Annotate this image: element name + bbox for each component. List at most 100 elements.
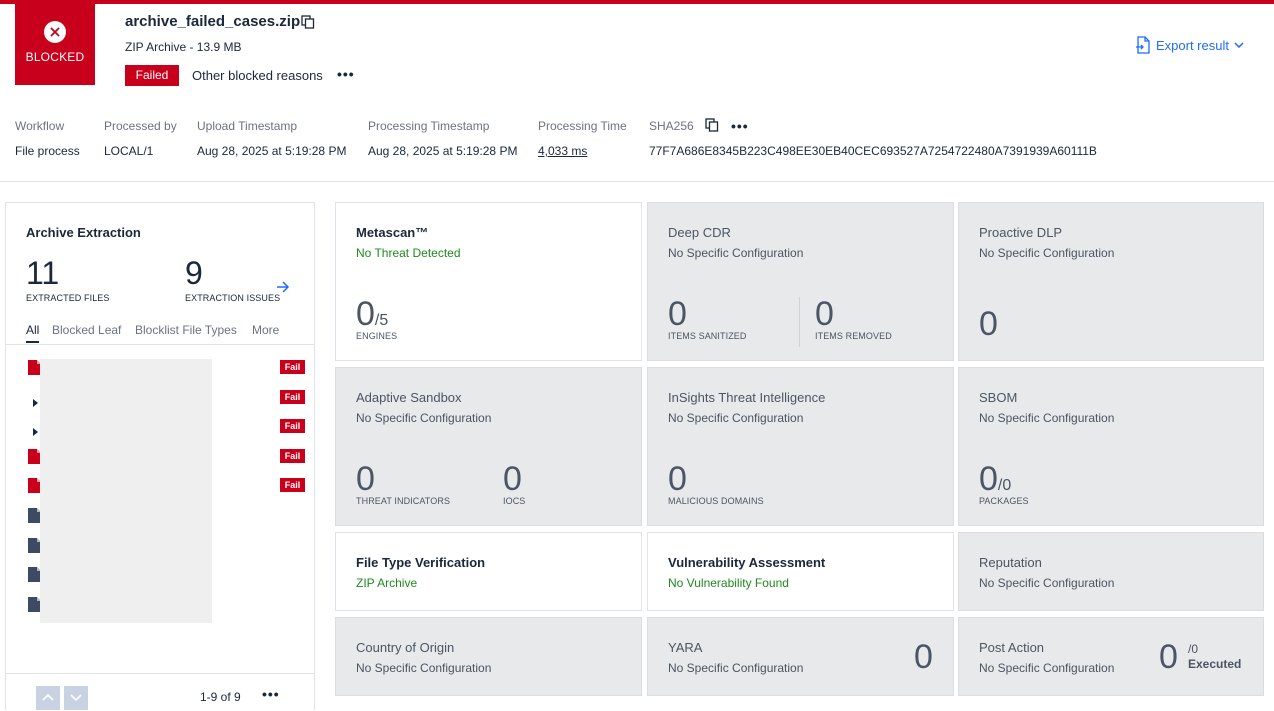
tab-more[interactable]: More xyxy=(252,323,279,337)
insights-value: 0 xyxy=(668,460,687,498)
sha256-value: 77F7A686E8345B223C498EE30EB40CEC693527A7… xyxy=(649,144,1097,158)
vuln-title: Vulnerability Assessment xyxy=(668,555,826,570)
deepcdr-sanitized-cap: ITEMS SANITIZED xyxy=(668,331,747,341)
vuln-sub: No Vulnerability Found xyxy=(668,576,789,590)
fail-badge: Fail xyxy=(280,360,305,374)
extracted-files-label: EXTRACTED FILES xyxy=(26,293,110,303)
status-top-bar xyxy=(0,0,1274,4)
dlp-value: 0 xyxy=(979,305,998,343)
divider xyxy=(0,181,1274,182)
export-file-icon xyxy=(1136,36,1150,54)
postaction-den: /0 xyxy=(1188,642,1199,656)
fail-badge: Fail xyxy=(280,448,305,463)
archive-extraction-panel: Archive Extraction 11 EXTRACTED FILES 9 … xyxy=(5,202,315,710)
sandbox-iocs-cap: IOCS xyxy=(503,496,526,506)
sbom-cap: PACKAGES xyxy=(979,496,1029,506)
card-insights-threat-intelligence[interactable]: InSights Threat Intelligence No Specific… xyxy=(647,367,954,526)
processing-timestamp-label: Processing Timestamp xyxy=(368,119,490,133)
dlp-sub: No Specific Configuration xyxy=(979,246,1115,260)
processed-by-value: LOCAL/1 xyxy=(104,144,154,158)
upload-timestamp-label: Upload Timestamp xyxy=(197,119,298,133)
page-up-button[interactable] xyxy=(36,686,60,710)
dlp-title: Proactive DLP xyxy=(979,225,1063,240)
card-reputation[interactable]: Reputation No Specific Configuration xyxy=(958,532,1264,611)
deepcdr-sanitized-value: 0 xyxy=(668,295,687,333)
card-proactive-dlp[interactable]: Proactive DLP No Specific Configuration … xyxy=(958,202,1264,361)
pagination: 1-9 of 9 ••• xyxy=(6,673,314,711)
insights-cap: MALICIOUS DOMAINS xyxy=(668,496,764,506)
tab-blocked-leaf[interactable]: Blocked Leaf xyxy=(52,323,121,337)
metascan-cap: ENGINES xyxy=(356,331,398,341)
file-type-size: ZIP Archive - 13.9 MB xyxy=(125,40,242,54)
yara-sub: No Specific Configuration xyxy=(668,661,804,675)
more-reasons-icon[interactable]: ••• xyxy=(337,66,355,82)
pagination-info: 1-9 of 9 xyxy=(200,690,241,704)
more-hash-icon[interactable]: ••• xyxy=(731,118,749,134)
processing-time-value[interactable]: 4,033 ms xyxy=(538,144,587,158)
deepcdr-removed-cap: ITEMS REMOVED xyxy=(815,331,892,341)
card-file-type-verification[interactable]: File Type Verification ZIP Archive xyxy=(335,532,642,611)
extraction-issues-label: EXTRACTION ISSUES xyxy=(185,293,281,303)
fail-badge: Fail xyxy=(280,419,305,434)
copy-icon[interactable] xyxy=(301,15,315,34)
filetype-title: File Type Verification xyxy=(356,555,486,570)
deepcdr-sub: No Specific Configuration xyxy=(668,246,804,260)
postaction-cap: Executed xyxy=(1188,657,1242,671)
country-sub: No Specific Configuration xyxy=(356,661,492,675)
postaction-title: Post Action xyxy=(979,640,1045,655)
sandbox-indicators-value: 0 xyxy=(356,460,375,498)
sha256-label: SHA256 xyxy=(649,119,694,133)
sbom-sub: No Specific Configuration xyxy=(979,411,1115,425)
workflow-value: File process xyxy=(15,144,80,158)
card-sbom[interactable]: SBOM No Specific Configuration 0/0 PACKA… xyxy=(958,367,1264,526)
extracted-files-count: 11 xyxy=(26,255,60,291)
export-label: Export result xyxy=(1156,37,1229,53)
reputation-title: Reputation xyxy=(979,555,1042,570)
sandbox-indicators-cap: THREAT INDICATORS xyxy=(356,496,451,506)
metascan-sub: No Threat Detected xyxy=(356,246,461,260)
yara-title: YARA xyxy=(668,640,703,655)
card-yara[interactable]: YARA No Specific Configuration 0 xyxy=(647,617,954,696)
reputation-sub: No Specific Configuration xyxy=(979,576,1115,590)
card-vulnerability-assessment[interactable]: Vulnerability Assessment No Vulnerabilit… xyxy=(647,532,954,611)
verdict-label: BLOCKED xyxy=(25,50,85,64)
upload-timestamp-value: Aug 28, 2025 at 5:19:28 PM xyxy=(197,144,347,158)
pager-more-icon[interactable]: ••• xyxy=(262,686,280,702)
sandbox-iocs-value: 0 xyxy=(503,460,522,498)
caret-right-icon[interactable] xyxy=(33,423,38,441)
file-name: archive_failed_cases.zip xyxy=(125,13,301,30)
verdict-tile: BLOCKED xyxy=(15,4,95,85)
postaction-sub: No Specific Configuration xyxy=(979,661,1115,675)
filetype-sub: ZIP Archive xyxy=(356,576,418,590)
page-down-button[interactable] xyxy=(64,686,88,710)
deepcdr-title: Deep CDR xyxy=(668,225,731,240)
card-post-action[interactable]: Post Action No Specific Configuration 0 … xyxy=(958,617,1264,696)
insights-title: InSights Threat Intelligence xyxy=(668,390,826,405)
caret-right-icon[interactable] xyxy=(33,394,38,412)
export-result-button[interactable]: Export result xyxy=(1135,36,1244,54)
status-reason: Other blocked reasons xyxy=(192,68,323,83)
arrow-right-icon[interactable] xyxy=(276,280,290,298)
deepcdr-removed-value: 0 xyxy=(815,295,834,333)
copy-sha-icon[interactable] xyxy=(705,118,719,137)
card-country-of-origin[interactable]: Country of Origin No Specific Configurat… xyxy=(335,617,642,696)
tab-blocklist-file-types[interactable]: Blocklist File Types xyxy=(135,323,237,337)
processing-time-label: Processing Time xyxy=(538,119,627,133)
metascan-title: Metascan™ xyxy=(356,225,429,240)
card-deep-cdr[interactable]: Deep CDR No Specific Configuration 0 ITE… xyxy=(647,202,954,361)
postaction-value: 0 xyxy=(1159,638,1178,676)
fail-badge: Fail xyxy=(280,389,305,404)
archive-tabs: All Blocked Leaf Blocklist File Types Mo… xyxy=(6,323,314,345)
insights-sub: No Specific Configuration xyxy=(668,411,804,425)
extraction-issues-count: 9 xyxy=(185,255,203,291)
processing-timestamp-value: Aug 28, 2025 at 5:19:28 PM xyxy=(368,144,518,158)
sandbox-title: Adaptive Sandbox xyxy=(356,390,462,405)
status-badge: Failed xyxy=(125,65,179,86)
blocked-icon xyxy=(44,21,66,43)
yara-value: 0 xyxy=(914,638,933,676)
card-adaptive-sandbox[interactable]: Adaptive Sandbox No Specific Configurati… xyxy=(335,367,642,526)
tab-all[interactable]: All xyxy=(26,323,40,343)
card-metascan[interactable]: Metascan™ No Threat Detected 0/5 ENGINES xyxy=(335,202,642,361)
chevron-down-icon xyxy=(1234,42,1244,48)
workflow-label: Workflow xyxy=(15,119,65,133)
